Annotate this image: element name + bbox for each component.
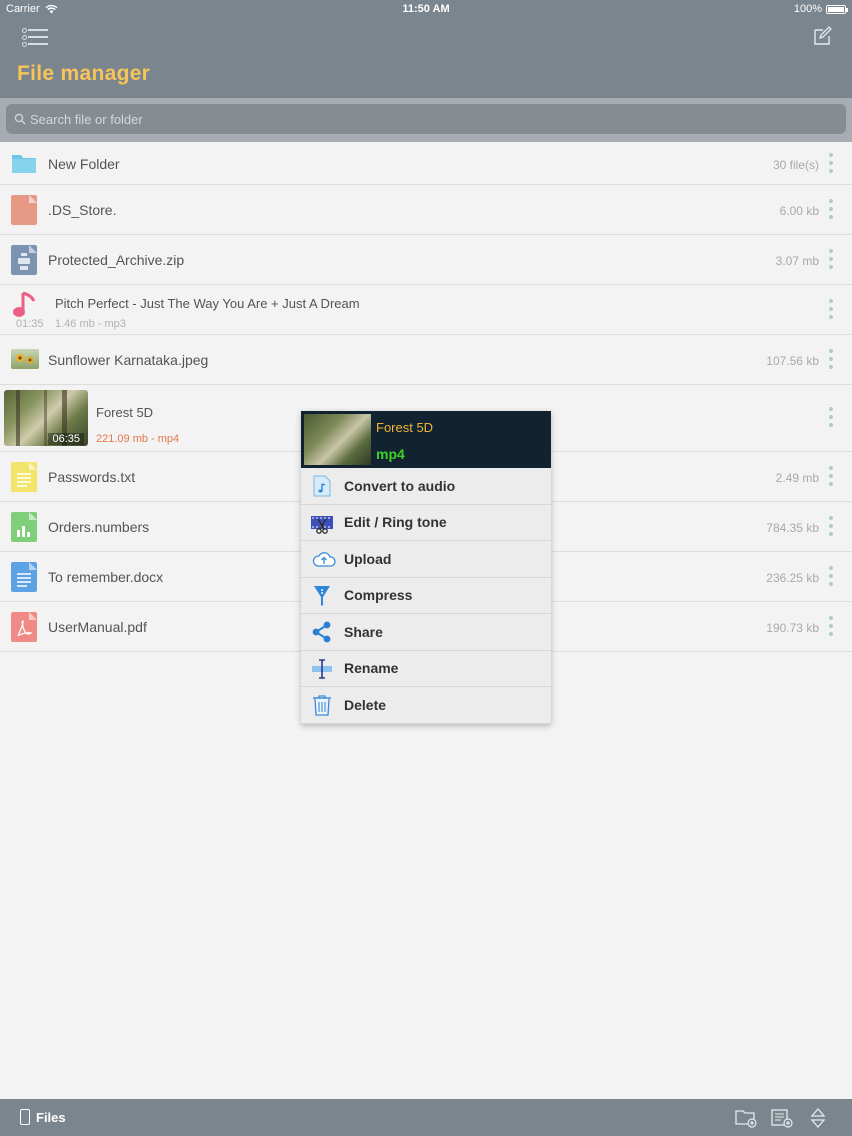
- search-box[interactable]: [6, 104, 846, 134]
- more-options-icon[interactable]: [828, 407, 834, 429]
- context-menu-header: Forest 5D mp4: [301, 411, 551, 468]
- file-name: Sunflower Karnataka.jpeg: [48, 352, 209, 368]
- pdf-file-icon: [11, 612, 37, 642]
- header: File manager: [0, 18, 852, 98]
- menu-item-label: Convert to audio: [344, 477, 456, 494]
- spreadsheet-file-icon: [11, 512, 37, 542]
- more-options-icon[interactable]: [828, 516, 834, 538]
- file-size: 30 file(s): [772, 158, 819, 172]
- more-options-icon[interactable]: [828, 466, 834, 488]
- image-thumbnail: [11, 349, 39, 369]
- trash-icon: [313, 695, 331, 716]
- more-options-icon[interactable]: [828, 566, 834, 588]
- file-name: Protected_Archive.zip: [48, 252, 185, 268]
- file-name: .DS_Store.: [48, 202, 117, 218]
- menu-item-label: Share: [344, 623, 383, 640]
- bottom-toolbar: Files: [0, 1099, 852, 1136]
- zip-archive-icon: [11, 245, 37, 275]
- video-duration: 06:35: [48, 433, 84, 445]
- more-options-icon[interactable]: [828, 299, 834, 321]
- status-time: 11:50 AM: [402, 3, 450, 15]
- file-size: 2.49 mb: [775, 471, 819, 485]
- file-name: New Folder: [48, 156, 120, 172]
- share-icon: [312, 621, 331, 643]
- compress-icon: [314, 585, 330, 606]
- menu-item-convert-to-audio[interactable]: Convert to audio: [301, 468, 551, 505]
- context-menu-file-type: mp4: [376, 446, 405, 462]
- music-file-icon: [313, 475, 331, 497]
- file-size: 107.56 kb: [766, 354, 819, 368]
- film-scissors-icon: [311, 515, 333, 534]
- video-thumbnail: [304, 414, 371, 465]
- file-row-new-folder[interactable]: New Folder 30 file(s): [0, 142, 852, 185]
- compose-icon[interactable]: [812, 26, 832, 46]
- page-title: File manager: [17, 62, 151, 85]
- search-input[interactable]: [30, 111, 810, 127]
- file-size: 236.25 kb: [766, 571, 819, 585]
- search-icon: [14, 113, 26, 125]
- text-file-icon: [11, 462, 37, 492]
- context-menu-title: Forest 5D: [376, 420, 434, 435]
- file-name: To remember.docx: [48, 569, 164, 585]
- cloud-upload-icon: [312, 552, 336, 567]
- file-row-pitch-perfect[interactable]: Pitch Perfect - Just The Way You Are + J…: [0, 285, 852, 335]
- status-bar: Carrier 11:50 AM 100%: [0, 0, 852, 18]
- menu-item-upload[interactable]: Upload: [301, 541, 551, 578]
- menu-item-delete[interactable]: Delete: [301, 687, 551, 724]
- menu-item-rename[interactable]: Rename: [301, 651, 551, 687]
- music-note-icon: [13, 291, 36, 317]
- phone-icon: [20, 1109, 30, 1125]
- more-options-icon[interactable]: [828, 199, 834, 221]
- menu-item-label: Delete: [344, 696, 387, 713]
- menu-item-label: Upload: [344, 550, 392, 567]
- file-size: 3.07 mb: [775, 254, 819, 268]
- context-menu: Forest 5D mp4 Convert to audio Edit / Ri…: [301, 411, 551, 724]
- menu-item-label: Rename: [344, 660, 399, 677]
- file-name: Forest 5D: [96, 405, 154, 420]
- file-row-ds-store[interactable]: .DS_Store. 6.00 kb: [0, 185, 852, 235]
- more-options-icon[interactable]: [828, 349, 834, 371]
- new-folder-icon[interactable]: [735, 1108, 757, 1128]
- files-tab-label[interactable]: Files: [36, 1110, 66, 1125]
- word-document-icon: [11, 562, 37, 592]
- file-name: UserManual.pdf: [48, 619, 147, 635]
- audio-duration: 01:35: [16, 318, 44, 330]
- menu-item-label: Edit / Ring tone: [344, 514, 447, 531]
- menu-item-compress[interactable]: Compress: [301, 578, 551, 614]
- file-name: Pitch Perfect - Just The Way You Are + J…: [55, 296, 360, 311]
- list-menu-icon[interactable]: [22, 26, 48, 48]
- file-row-protected-archive[interactable]: Protected_Archive.zip 3.07 mb: [0, 235, 852, 285]
- file-row-sunflower[interactable]: Sunflower Karnataka.jpeg 107.56 kb: [0, 335, 852, 385]
- file-name: Passwords.txt: [48, 469, 136, 485]
- sort-icon[interactable]: [807, 1108, 829, 1128]
- video-thumbnail: 06:35: [4, 390, 88, 446]
- file-size: 784.35 kb: [766, 521, 819, 535]
- file-meta: 221.09 mb - mp4: [96, 433, 180, 445]
- menu-item-edit-ring-tone[interactable]: Edit / Ring tone: [301, 505, 551, 541]
- menu-item-label: Compress: [344, 587, 413, 604]
- menu-item-share[interactable]: Share: [301, 614, 551, 651]
- more-options-icon[interactable]: [828, 616, 834, 638]
- more-options-icon[interactable]: [828, 249, 834, 271]
- battery-icon: [826, 4, 848, 14]
- file-meta: 1.46 mb - mp3: [55, 318, 126, 330]
- battery-percent: 100%: [793, 3, 822, 15]
- file-size: 6.00 kb: [779, 204, 819, 218]
- folder-icon: [12, 155, 36, 173]
- file-name: Orders.numbers: [48, 519, 150, 535]
- generic-file-icon: [11, 195, 37, 225]
- rename-cursor-icon: [312, 658, 332, 679]
- file-size: 190.73 kb: [766, 621, 819, 635]
- search-bar: [0, 98, 852, 142]
- new-file-icon[interactable]: [771, 1108, 793, 1128]
- more-options-icon[interactable]: [828, 153, 834, 175]
